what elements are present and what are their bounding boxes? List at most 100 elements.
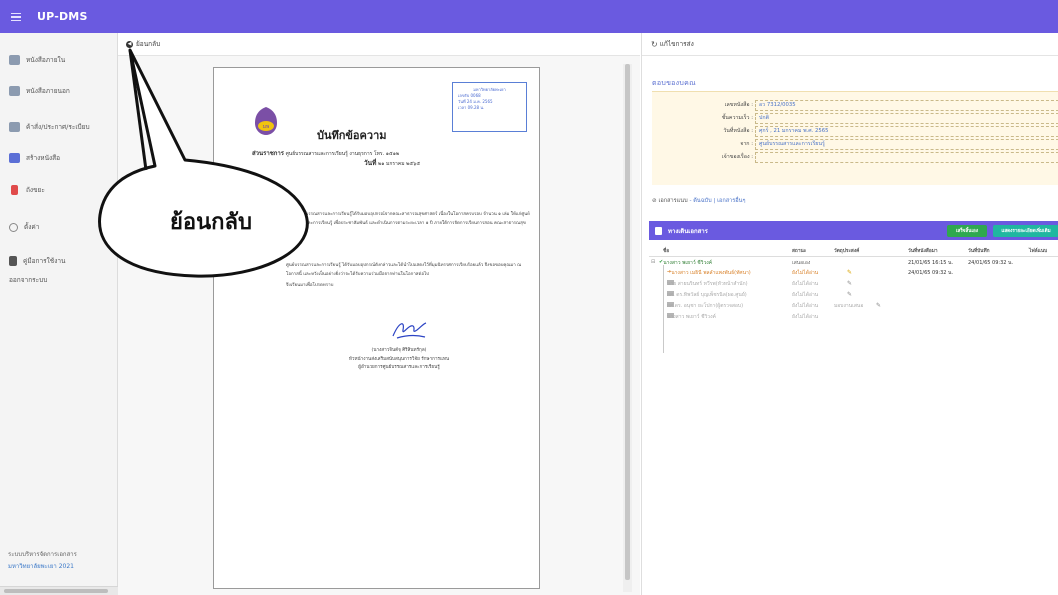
back-button-label: ย้อนกลับ xyxy=(136,40,161,48)
route-status: ยังไม่ได้อ่าน xyxy=(792,281,819,287)
app-title: UP-DMS xyxy=(37,10,88,23)
show-more-button[interactable]: แสดงรายละเอียดเพิ่มเติม xyxy=(993,225,1058,237)
table-row[interactable]: ผศ.ดร. อนุชา ยะโปกา(ผู้ตรวจสอบ) ยังไม่ได… xyxy=(649,302,1058,312)
sidebar-item-label: หนังสือภายนอก xyxy=(26,87,70,95)
route-status: เสนอเอง xyxy=(792,260,811,266)
info-row-doc-number: เลขหนังสือ : อว 7312/0035 xyxy=(652,99,1058,111)
info-row-from: จาก : ศูนย์บรรณสารและการเรียนรู้ xyxy=(652,138,1058,150)
column-header: ไฟล์แนบ xyxy=(1029,249,1048,254)
memo-department: ส่วนราชการ ศูนย์บรรณสารและการเรียนรู้ งา… xyxy=(252,148,399,158)
signature-line: หัวหน้างานส่งเสริมสนับสนุนการวิจัย รักษา… xyxy=(348,356,450,362)
sidebar-item-label: ถังขยะ xyxy=(26,186,45,194)
back-arrow-icon: ◀ xyxy=(126,40,133,48)
document-info-box: เลขหนังสือ : อว 7312/0035 ชั้นความเร็ว :… xyxy=(652,91,1058,185)
route-sent-date: 21/01/65 16:15 น. xyxy=(908,260,954,266)
column-header: วันที่บันทึก xyxy=(968,249,990,254)
document-pane: ◀ ย้อนกลับ มหาวิทยาลัยพะเยา เลขรับ 0068 … xyxy=(118,33,640,595)
sidebar-item-trash[interactable]: ถังขยะ xyxy=(9,182,45,198)
paperclip-icon: ⊘ xyxy=(652,198,657,204)
sidebar-horizontal-scrollbar[interactable] xyxy=(0,586,118,595)
manual-book-icon xyxy=(9,256,17,266)
collapse-toggle-icon[interactable]: ⊟ xyxy=(651,259,655,265)
scrollbar-thumb[interactable] xyxy=(625,64,630,580)
sidebar-footer: ระบบบริหารจัดการเอกสาร มหาวิทยาลัยพะเยา … xyxy=(8,549,77,573)
document-page: มหาวิทยาลัยพะเยา เลขรับ 0068 วันที่ 24 ม… xyxy=(213,67,540,589)
announcement-icon xyxy=(9,122,20,132)
pdf-viewer[interactable]: มหาวิทยาลัยพะเยา เลขรับ 0068 วันที่ 24 ม… xyxy=(118,56,640,595)
table-row[interactable]: นาย สายนรินทร์ ทวีรพ(หัวหน้าสำนัก) ยังไม… xyxy=(649,280,1058,290)
table-row[interactable]: นางสาว พเยาว์ ชีวิวงค์ ยังไม่ได้อ่าน xyxy=(649,313,1058,323)
info-row-doc-date: วันที่หนังสือ : ศุกร์ , 21 มกราคม พ.ศ. 2… xyxy=(652,125,1058,137)
sidebar-item-create-document[interactable]: สร้างหนังสือ xyxy=(9,150,60,166)
memo-paragraph: ศูนย์บรรณสารและการเรียนรู้ ได้รับมอบอุปก… xyxy=(286,263,522,277)
document-icon xyxy=(655,226,662,235)
memo-date-label: วันที่ xyxy=(364,159,377,167)
sidebar-item-settings[interactable]: ตั้งค่า xyxy=(9,219,39,235)
info-value: ปกติ xyxy=(755,112,1058,124)
pencil-icon[interactable]: ✎ xyxy=(847,269,852,276)
inbox-icon xyxy=(9,55,20,65)
info-label: วันที่หนังสือ : xyxy=(723,128,753,134)
column-header: วัตถุประสงค์ xyxy=(834,249,860,254)
gear-icon xyxy=(9,222,18,232)
scrollbar-thumb[interactable] xyxy=(4,589,108,593)
inbox-external-icon xyxy=(9,86,20,96)
info-value xyxy=(755,151,1058,163)
table-row[interactable]: ➔ นางสาว เมธินี พลลำแพงพันธ์(ทัศนา) ยังไม… xyxy=(649,269,1058,279)
sidebar-item-internal-docs[interactable]: หนังสือภายใน xyxy=(9,52,65,68)
column-header: ชื่อ xyxy=(663,249,670,254)
document-toolbar: ◀ ย้อนกลับ xyxy=(118,33,640,56)
info-label: ชั้นความเร็ว : xyxy=(721,115,753,121)
route-status: ยังไม่ได้อ่าน xyxy=(792,270,819,276)
sidebar-item-label: สร้างหนังสือ xyxy=(26,154,61,162)
signature-line: (นางสาวจินต์จุ ศิริสินทร์กุล) xyxy=(371,348,427,353)
receipt-stamp: มหาวิทยาลัยพะเยา เลขรับ 0068 วันที่ 24 ม… xyxy=(452,82,527,132)
info-label: เจ้าของเรื่อง : xyxy=(721,154,753,160)
memo-date: วันที่ ๒๑ มกราคม ๒๕๖๕ xyxy=(364,158,420,168)
sidebar-item-announcements[interactable]: ค้าสั่ง/ประกาศ/ระเบียบ xyxy=(9,119,90,135)
pencil-icon[interactable]: ✎ xyxy=(847,291,852,298)
details-pane: ↻ แก้ไขการส่ง ตอบของบคณ เลขหนังสือ : อว … xyxy=(641,33,1058,595)
memo-paragraph: ตามที่ศูนย์บรรณสารและการเรียนรู้ได้รับมอ… xyxy=(286,212,530,234)
sidebar-item-manual[interactable]: คู่มือการใช้งาน xyxy=(9,253,65,269)
sidebar-item-external-docs[interactable]: หนังสือภายนอก xyxy=(9,83,70,99)
sidebar-item-label: ตั้งค่า xyxy=(24,223,40,231)
info-row-owner: เจ้าของเรื่อง : xyxy=(652,151,1058,163)
logout-link[interactable]: ออกจากระบบ xyxy=(9,275,47,285)
sidebar: หนังสือภายใน หนังสือภายนอก ค้าสั่ง/ประกา… xyxy=(0,33,118,595)
memo-dept-label: ส่วนราชการ xyxy=(252,150,285,157)
document-vertical-scrollbar[interactable] xyxy=(623,64,632,592)
footer-university: มหาวิทยาลัยพะเยา 2021 xyxy=(8,563,74,570)
memo-paragraph: จึงเรียนมาเพื่อโปรดทราบ xyxy=(286,283,334,288)
memo-date-value: ๒๑ มกราคม ๒๕๖๕ xyxy=(377,161,421,167)
seal-text: มพ xyxy=(263,124,270,130)
document-route-card: ทางเดินเอกสาร เสร็จสิ้นเอง แสดงรายละเอีย… xyxy=(649,221,1058,381)
sidebar-item-label: หนังสือภายใน xyxy=(26,56,66,64)
edit-sending-link[interactable]: แก้ไขการส่ง xyxy=(660,39,694,49)
route-status: ยังไม่ได้อ่าน xyxy=(792,314,819,320)
route-card-title: ทางเดินเอกสาร xyxy=(668,227,708,235)
sidebar-item-label: ค้าสั่ง/ประกาศ/ระเบียบ xyxy=(26,123,90,131)
attachment-link-original[interactable]: ต้นฉบับ xyxy=(693,198,711,204)
route-name: ✔ นางสาว พเยาว์ ชีวิวงค์ xyxy=(659,259,713,266)
pencil-icon[interactable]: ✎ xyxy=(876,302,881,309)
details-toolbar: ↻ แก้ไขการส่ง xyxy=(642,33,1058,56)
route-status: ยังไม่ได้อ่าน xyxy=(792,292,819,298)
info-value: ศูนย์บรรณสารและการเรียนรู้ xyxy=(755,138,1058,150)
memo-title: บันทึกข้อความ xyxy=(317,129,387,142)
table-row[interactable]: ผศ. ดร.ทิพวัลย์ บุญเพ็ชรนิล(ผอ.ศูนย์) ยั… xyxy=(649,291,1058,301)
route-sent-date: 24/01/65 09:32 น. xyxy=(908,270,954,276)
hamburger-menu-icon[interactable] xyxy=(11,12,25,22)
attachments-line: ⊘ เอกสารแนบ - ต้นฉบับ | เอกสารอื่นๆ xyxy=(652,198,746,204)
refresh-icon[interactable]: ↻ xyxy=(651,40,658,49)
route-status: ยังไม่ได้อ่าน xyxy=(792,303,819,309)
attachment-link-other[interactable]: เอกสารอื่นๆ xyxy=(717,198,745,204)
info-row-priority: ชั้นความเร็ว : ปกติ xyxy=(652,112,1058,124)
create-document-icon xyxy=(9,153,20,163)
back-button[interactable]: ◀ ย้อนกลับ xyxy=(126,39,160,49)
finish-button[interactable]: เสร็จสิ้นเอง xyxy=(947,225,987,237)
table-row[interactable]: ⊟ ✔ นางสาว พเยาว์ ชีวิวงค์ เสนอเอง 21/01… xyxy=(649,259,1058,269)
pencil-icon[interactable]: ✎ xyxy=(847,280,852,287)
info-label: จาก : xyxy=(740,141,753,147)
attachments-label: เอกสารแนบ xyxy=(658,198,688,204)
